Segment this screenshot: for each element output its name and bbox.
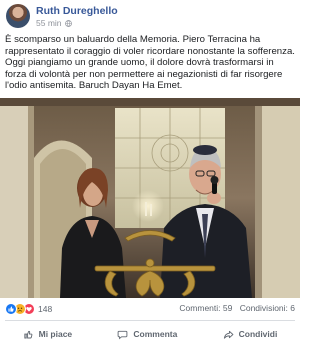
post-header: Ruth Dureghello 55 min bbox=[6, 4, 294, 30]
facebook-post: Ruth Dureghello 55 min È scomparso un ba… bbox=[0, 0, 300, 347]
action-bar: Mi piace Commenta Condividi bbox=[0, 323, 300, 345]
comment-label: Commenta bbox=[133, 329, 178, 339]
share-count[interactable]: Condivisioni: 6 bbox=[240, 303, 295, 313]
post-text: È scomparso un baluardo della Memoria. P… bbox=[5, 34, 295, 92]
post-time[interactable]: 55 min bbox=[36, 18, 62, 28]
like-button[interactable]: Mi piace bbox=[23, 329, 73, 340]
engagement-counts: Commenti: 59 Condivisioni: 6 bbox=[179, 303, 295, 313]
thumbs-up-icon bbox=[24, 330, 33, 338]
comment-button[interactable]: Commenta bbox=[117, 329, 177, 340]
post-meta: 55 min bbox=[36, 18, 72, 28]
author-name[interactable]: Ruth Dureghello bbox=[36, 5, 118, 17]
action-divider bbox=[5, 320, 295, 321]
share-button[interactable]: Condividi bbox=[223, 329, 278, 340]
post-photo[interactable] bbox=[0, 98, 300, 298]
like-reaction-icon bbox=[5, 303, 17, 315]
post-stats: 148 Commenti: 59 Condivisioni: 6 bbox=[5, 303, 295, 317]
share-label: Condividi bbox=[238, 329, 278, 339]
like-label: Mi piace bbox=[38, 329, 73, 339]
share-arrow-icon bbox=[223, 330, 233, 339]
reaction-count[interactable]: 148 bbox=[38, 304, 52, 314]
globe-icon bbox=[64, 19, 72, 27]
reaction-summary[interactable]: 148 bbox=[5, 303, 52, 315]
photo-illustration bbox=[0, 98, 300, 298]
author-avatar[interactable] bbox=[6, 4, 30, 28]
comment-count[interactable]: Commenti: 59 bbox=[179, 303, 232, 313]
comment-bubble-icon bbox=[118, 330, 128, 339]
